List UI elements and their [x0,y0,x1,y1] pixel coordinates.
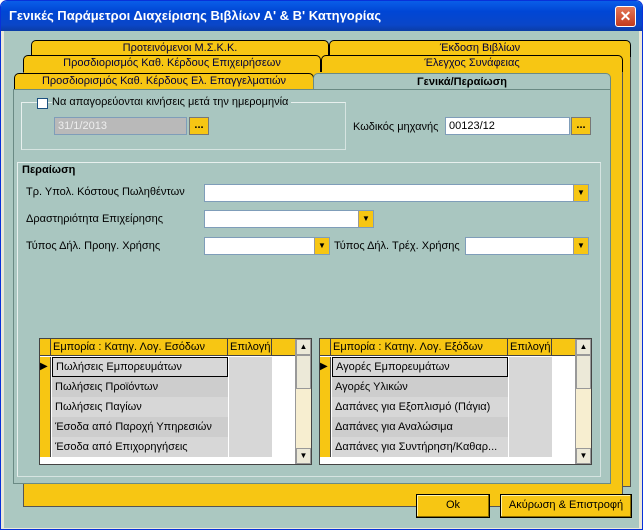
income-grid-header: Εμπορία : Κατηγ. Λογ. Εσόδων Επιλογή [40,339,296,356]
table-cell-select[interactable] [228,357,272,377]
row-pointer-icon: ▶ [40,357,51,377]
row-indicator [40,417,51,437]
machine-code-label: Κωδικός μηχανής [353,121,439,133]
chevron-down-icon[interactable]: ▼ [314,238,329,254]
restrict-date-field[interactable]: 31/1/2013 [54,117,187,135]
main-panel: Να απαγορεύονται κινήσεις μετά την ημερο… [13,89,611,484]
ok-button[interactable]: Ok [416,494,490,518]
table-row[interactable]: ▶ Αγορές Εμπορευμάτων [320,357,576,377]
tab-genika-peraiosi[interactable]: Γενικά/Περαίωση [313,73,611,90]
restrict-date-button[interactable]: ... [189,117,209,135]
cost-select[interactable]: ▼ [204,184,589,202]
table-row[interactable]: Πωλήσεις Παγίων [40,397,296,417]
expense-header-select[interactable]: Επιλογή [508,339,552,356]
row-indicator [320,397,331,417]
window-title: Γενικές Παράμετροι Διαχείρισης Βιβλίων Α… [9,8,382,23]
prev-decl-select[interactable]: ▼ [204,237,330,255]
expense-grid-header: Εμπορία : Κατηγ. Λογ. Εξόδων Επιλογή [320,339,576,356]
scroll-up-icon[interactable]: ▲ [576,339,591,355]
income-header-select[interactable]: Επιλογή [228,339,272,356]
expense-scrollbar[interactable]: ▲ ▼ [575,339,591,464]
chevron-down-icon[interactable]: ▼ [573,238,588,254]
table-cell[interactable]: Δαπάνες για Εξοπλισμό (Πάγια) [332,397,508,417]
close-button[interactable]: ✕ [615,6,636,27]
income-scrollbar[interactable]: ▲ ▼ [295,339,311,464]
table-cell-select[interactable] [228,377,272,397]
table-cell[interactable]: Αγορές Εμπορευμάτων [332,357,508,377]
table-cell[interactable]: Δαπάνες για Συντήρηση/Καθαρ... [332,437,508,457]
table-cell-select[interactable] [508,437,552,457]
income-grid[interactable]: Εμπορία : Κατηγ. Λογ. Εσόδων Επιλογή ▶ Π… [39,338,312,465]
prev-decl-label: Τύπος Δήλ. Προηγ. Χρήσης [26,240,161,252]
tab-prosdiorismos-epaggelmation[interactable]: Προσδιορισμός Καθ. Κέρδους Ελ. Επαγγελμα… [14,73,314,90]
scroll-thumb[interactable] [296,355,311,389]
table-cell[interactable]: Πωλήσεις Παγίων [52,397,228,417]
restrict-label: Να απαγορεύονται κινήσεις μετά την ημερο… [52,96,292,108]
table-cell[interactable]: Έσοδα από Επιχορηγήσεις [52,437,228,457]
table-cell-select[interactable] [508,417,552,437]
table-cell[interactable]: Έσοδα από Παροχή Υπηρεσιών [52,417,228,437]
chevron-down-icon[interactable]: ▼ [358,211,373,227]
table-cell-select[interactable] [228,397,272,417]
tab-elegxos-synafeias[interactable]: Έλεγχος Συνάφειας [321,55,623,72]
scroll-down-icon[interactable]: ▼ [296,448,311,464]
curr-decl-select[interactable]: ▼ [465,237,589,255]
expense-grid[interactable]: Εμπορία : Κατηγ. Λογ. Εξόδων Επιλογή ▶ Α… [319,338,592,465]
chevron-down-icon[interactable]: ▼ [573,185,588,201]
table-cell[interactable]: Δαπάνες για Αναλώσιμα [332,417,508,437]
header-indicator [320,339,331,356]
table-row[interactable]: Δαπάνες για Συντήρηση/Καθαρ... [320,437,576,457]
row-indicator [320,437,331,457]
table-cell-select[interactable] [508,377,552,397]
activity-select[interactable]: ▼ [204,210,374,228]
table-cell-select[interactable] [228,437,272,457]
machine-code-field[interactable]: 00123/12 [445,117,570,135]
table-cell[interactable]: Αγορές Υλικών [332,377,508,397]
scroll-down-icon[interactable]: ▼ [576,448,591,464]
table-cell-select[interactable] [228,417,272,437]
table-cell[interactable]: Πωλήσεις Προϊόντων [52,377,228,397]
machine-code-button[interactable]: ... [571,117,591,135]
row-pointer-icon: ▶ [320,357,331,377]
row-indicator [40,377,51,397]
tab-prosdiorismos-epixeiriseon[interactable]: Προσδιορισμός Καθ. Κέρδους Επιχειρήσεων [23,55,321,72]
table-row[interactable]: Αγορές Υλικών [320,377,576,397]
table-row[interactable]: Πωλήσεις Προϊόντων [40,377,296,397]
restrict-checkbox[interactable] [37,98,48,109]
expense-header-name[interactable]: Εμπορία : Κατηγ. Λογ. Εξόδων [331,339,508,356]
table-row[interactable]: ▶ Πωλήσεις Εμπορευμάτων [40,357,296,377]
header-indicator [40,339,51,356]
table-row[interactable]: Δαπάνες για Αναλώσιμα [320,417,576,437]
row-indicator [320,417,331,437]
row-indicator [40,397,51,417]
peraiosi-title: Περαίωση [22,164,76,176]
table-cell-select[interactable] [508,357,552,377]
title-bar[interactable]: Γενικές Παράμετροι Διαχείρισης Βιβλίων Α… [1,1,642,31]
table-row[interactable]: Έσοδα από Επιχορηγήσεις [40,437,296,457]
scroll-up-icon[interactable]: ▲ [296,339,311,355]
row-indicator [320,377,331,397]
table-row[interactable]: Δαπάνες για Εξοπλισμό (Πάγια) [320,397,576,417]
table-cell-select[interactable] [508,397,552,417]
income-header-name[interactable]: Εμπορία : Κατηγ. Λογ. Εσόδων [51,339,228,356]
cancel-return-button[interactable]: Ακύρωση & Επιστροφή [500,494,632,518]
scroll-thumb[interactable] [576,355,591,389]
cost-label: Τρ. Υπολ. Κόστους Πωληθέντων [26,186,185,198]
dialog-window: Γενικές Παράμετροι Διαχείρισης Βιβλίων Α… [0,0,643,530]
table-row[interactable]: Έσοδα από Παροχή Υπηρεσιών [40,417,296,437]
table-cell[interactable]: Πωλήσεις Εμπορευμάτων [52,357,228,377]
row-indicator [40,437,51,457]
curr-decl-label: Τύπος Δήλ. Τρέχ. Χρήσης [334,240,460,252]
activity-label: Δραστηριότητα Επιχείρησης [26,213,164,225]
